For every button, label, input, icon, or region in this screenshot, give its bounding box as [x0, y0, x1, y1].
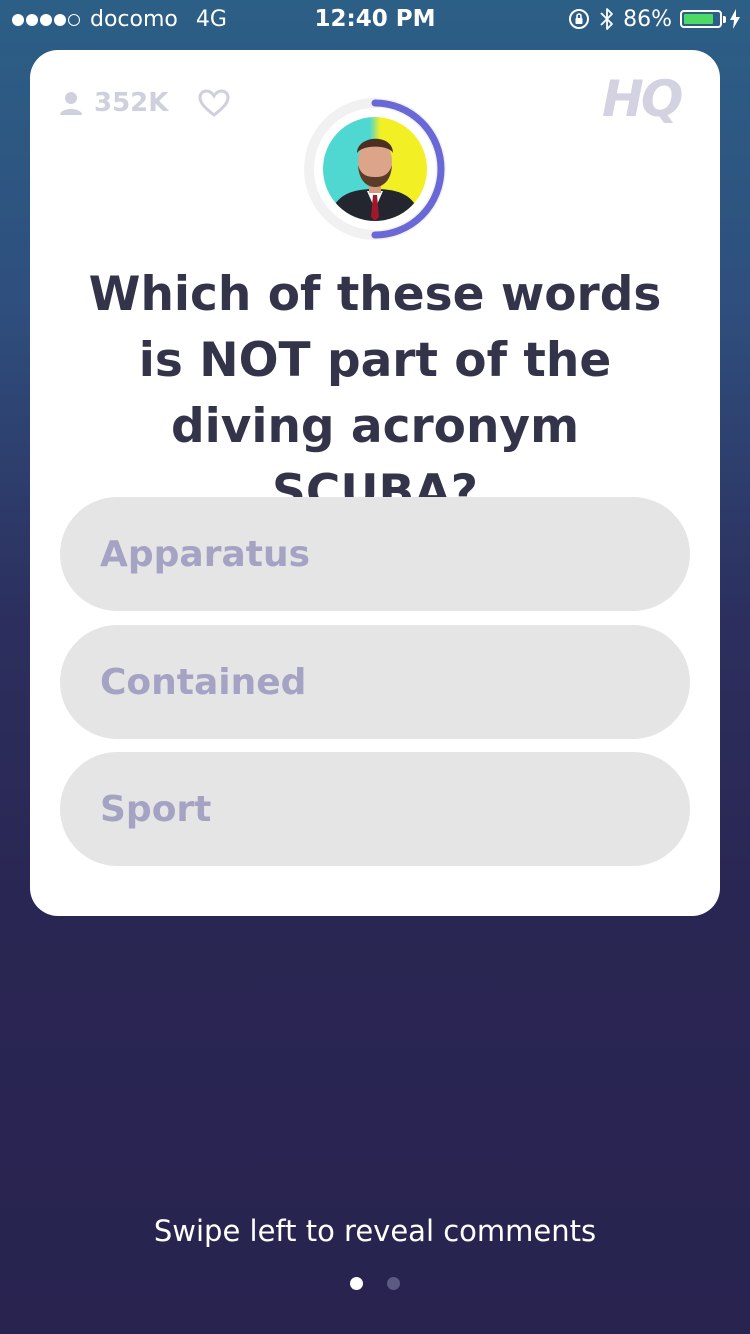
answer-label: Contained — [100, 661, 307, 703]
rotation-lock-icon — [569, 9, 590, 29]
bluetooth-icon — [600, 8, 613, 30]
person-icon — [60, 92, 82, 115]
answer-option-2[interactable]: Contained — [60, 625, 690, 739]
page-dot[interactable] — [387, 1277, 400, 1290]
question-text: Which of these words is NOT part of the … — [88, 267, 662, 520]
viewer-count-group: 352K — [60, 88, 230, 118]
page-dot-active[interactable] — [350, 1277, 363, 1290]
hq-logo: HQ — [602, 72, 685, 128]
heart-icon[interactable] — [198, 89, 230, 117]
swipe-hint: Swipe left to reveal comments — [153, 1214, 597, 1248]
hq-logo-text: HQ — [602, 72, 682, 128]
answer-option-1[interactable]: Apparatus — [60, 497, 690, 611]
status-right: 86% — [559, 6, 740, 32]
status-bar: docomo 4G 12:40 PM 86% — [0, 0, 750, 40]
countdown-timer — [302, 96, 448, 242]
answer-label: Apparatus — [100, 533, 311, 575]
charging-bolt-icon — [730, 9, 740, 29]
viewer-count: 352K — [94, 88, 169, 118]
battery-percent: 86% — [623, 6, 672, 32]
battery-icon — [680, 10, 726, 28]
answer-option-3[interactable]: Sport — [60, 752, 690, 866]
page-indicator — [0, 1277, 750, 1290]
answer-label: Sport — [100, 788, 212, 830]
question-card: 352K HQ Which of these words is NOT part… — [30, 50, 720, 916]
host-avatar — [323, 117, 427, 221]
